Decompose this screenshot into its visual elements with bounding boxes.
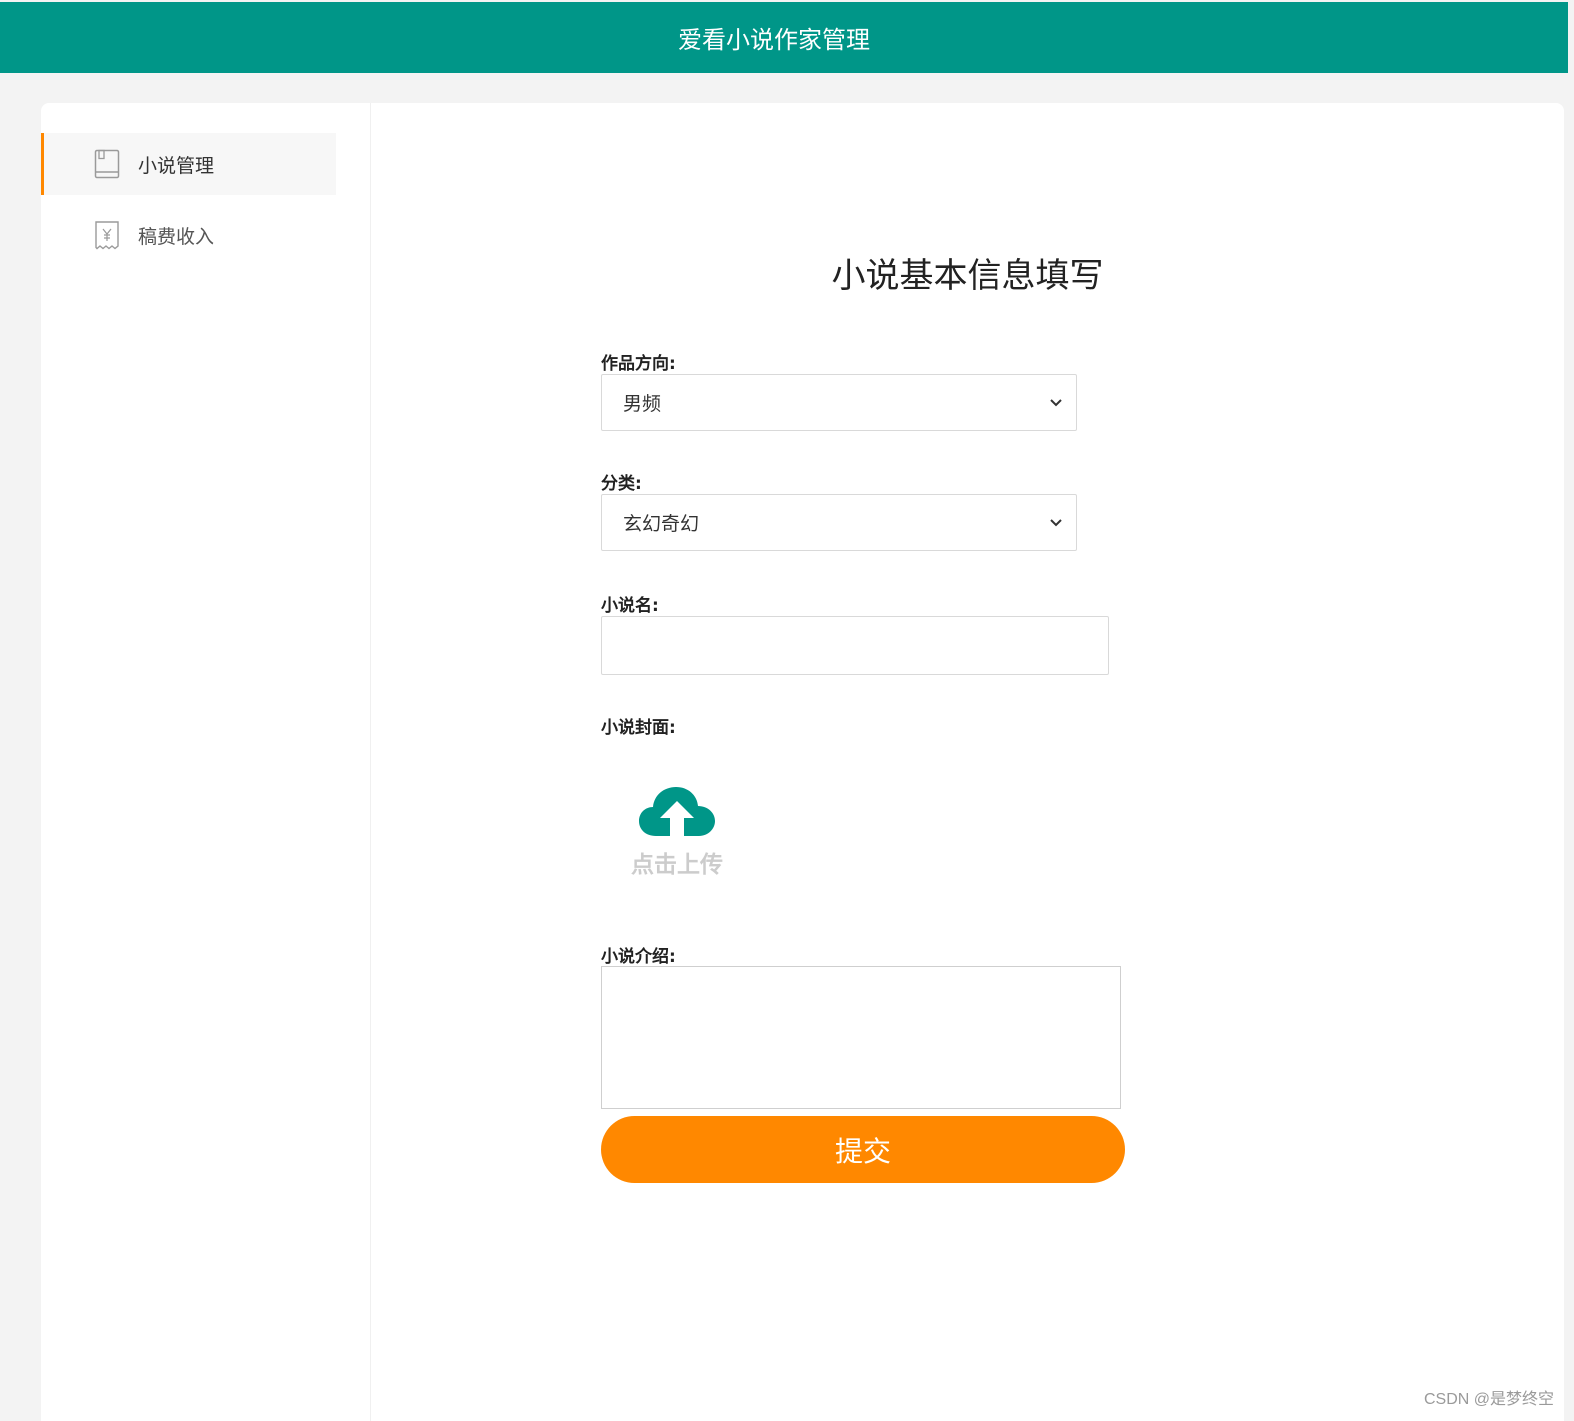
app-title: 爱看小说作家管理 [678, 26, 870, 54]
category-value: 玄幻奇幻 [623, 513, 700, 535]
sidebar-item-royalty-income[interactable]: 稿费收入 [41, 204, 336, 266]
chevron-down-icon [1050, 519, 1062, 527]
sidebar: 小说管理 稿费收入 [41, 103, 371, 1421]
direction-label: 作品方向: [601, 354, 676, 374]
form-title: 小说基本信息填写 [831, 256, 1104, 296]
main-card: 小说管理 稿费收入 小说基本信息填写 作品方向: 男频 分类: 玄幻奇幻 小说名… [41, 103, 1564, 1421]
novel-intro-textarea[interactable] [601, 966, 1121, 1109]
submit-button[interactable]: 提交 [601, 1116, 1125, 1183]
intro-label: 小说介绍: [601, 947, 676, 967]
watermark: CSDN @是梦终空 [1423, 1391, 1554, 1408]
sidebar-item-novel-management[interactable]: 小说管理 [41, 133, 336, 195]
sidebar-item-label: 稿费收入 [138, 225, 215, 248]
cover-upload-button[interactable]: 点击上传 [621, 781, 733, 891]
chevron-down-icon [1050, 399, 1062, 407]
upload-label: 点击上传 [631, 852, 723, 878]
sidebar-item-label: 小说管理 [138, 154, 215, 177]
direction-select[interactable]: 男频 [601, 374, 1077, 431]
top-header-bar: 爱看小说作家管理 [0, 2, 1568, 73]
novel-name-input[interactable] [601, 616, 1109, 675]
cloud-upload-icon [639, 787, 715, 836]
receipt-yen-icon [94, 220, 120, 250]
cover-label: 小说封面: [601, 718, 676, 738]
category-label: 分类: [601, 474, 642, 494]
book-icon [94, 149, 120, 179]
category-select[interactable]: 玄幻奇幻 [601, 494, 1077, 551]
direction-value: 男频 [623, 393, 662, 415]
novel-name-label: 小说名: [601, 596, 659, 616]
